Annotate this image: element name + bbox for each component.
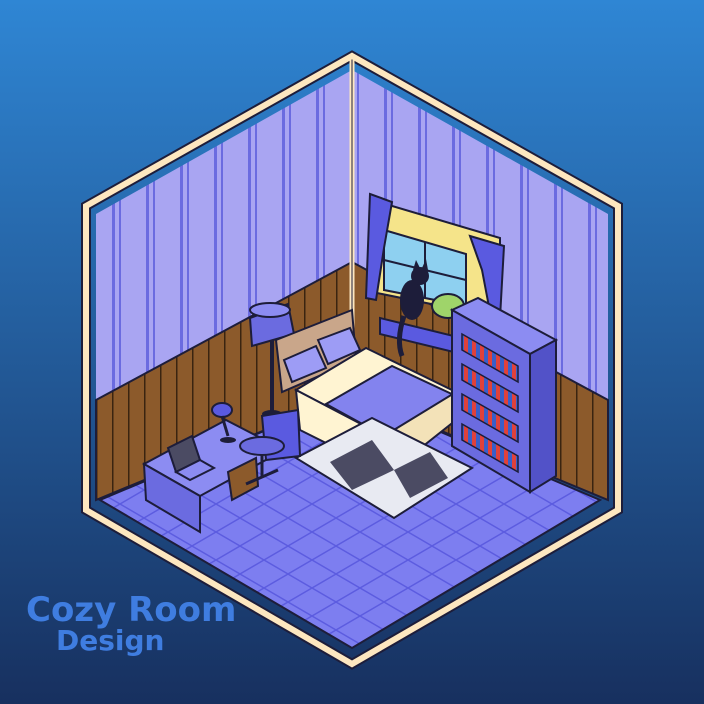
logo-subtitle: Design [56, 624, 165, 657]
logo-title: Cozy Room [26, 590, 237, 630]
logo: Cozy Room Design [26, 592, 236, 664]
